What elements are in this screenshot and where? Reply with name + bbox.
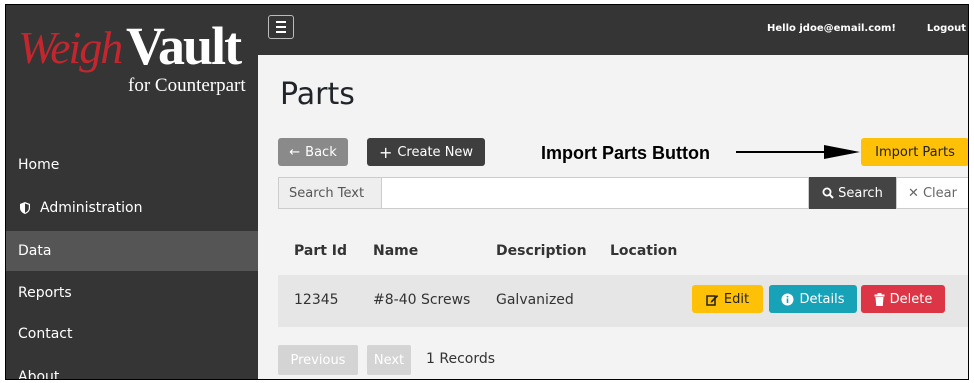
sidebar-item-label: Administration <box>40 200 143 216</box>
sidebar-item-label: Reports <box>18 285 72 301</box>
column-header-name[interactable]: Name <box>373 243 418 259</box>
cell-name: #8-40 Screws <box>373 292 471 308</box>
search-button-label: Search <box>838 185 883 201</box>
main-content: Parts ← Back + Create New Import Parts B… <box>258 55 968 379</box>
search-icon <box>822 187 834 199</box>
sidebar-item-label: About <box>18 369 60 380</box>
previous-page-button[interactable]: Previous <box>278 345 358 375</box>
column-header-part-id[interactable]: Part Id <box>294 243 347 259</box>
annotation-label: Import Parts Button <box>541 143 710 163</box>
column-header-location[interactable]: Location <box>610 243 677 259</box>
back-button[interactable]: ← Back <box>278 138 348 166</box>
create-new-button[interactable]: + Create New <box>367 138 485 166</box>
search-button[interactable]: Search <box>809 177 896 209</box>
brand-name-weigh: Weigh <box>18 22 123 73</box>
search-input[interactable] <box>382 177 809 209</box>
next-page-button[interactable]: Next <box>367 345 411 375</box>
edit-button[interactable]: Edit <box>692 285 763 313</box>
sidebar-item-about[interactable]: About <box>6 357 258 380</box>
app-window: Weigh Vault for Counterpart Home Adminis… <box>5 4 969 380</box>
top-navbar: Hello jdoe@email.com! Logout <box>258 5 968 55</box>
sidebar-item-label: Home <box>18 157 60 173</box>
arrow-left-icon: ← <box>289 144 301 160</box>
page-title: Parts <box>280 77 355 112</box>
cell-part-id: 12345 <box>294 292 339 308</box>
brand-logo[interactable]: Weigh Vault for Counterpart <box>6 5 258 123</box>
import-parts-label: Import Parts <box>875 144 955 160</box>
plus-icon: + <box>378 142 393 162</box>
trash-icon <box>874 292 885 306</box>
sidebar-item-label: Data <box>18 243 52 259</box>
sidebar-item-data[interactable]: Data <box>6 231 258 271</box>
search-prefix-label: Search Text <box>278 177 382 209</box>
brand-subtitle: for Counterpart <box>128 75 246 96</box>
details-button-label: Details <box>799 291 845 307</box>
sidebar: Weigh Vault for Counterpart Home Adminis… <box>6 5 258 380</box>
edit-icon <box>706 294 719 306</box>
clear-button-label: Clear <box>922 185 957 201</box>
import-parts-button[interactable]: Import Parts <box>861 138 968 166</box>
close-icon: ✕ <box>908 185 919 201</box>
hamburger-icon[interactable] <box>268 15 294 39</box>
delete-button-label: Delete <box>889 291 933 307</box>
sidebar-item-label: Contact <box>18 326 73 342</box>
user-greeting[interactable]: Hello jdoe@email.com! <box>767 23 896 34</box>
edit-button-label: Edit <box>723 291 750 307</box>
details-button[interactable]: Details <box>769 285 857 313</box>
sidebar-item-administration[interactable]: Administration <box>6 188 258 228</box>
back-button-label: Back <box>305 144 337 160</box>
cell-description: Galvanized <box>496 292 574 308</box>
sidebar-item-home[interactable]: Home <box>6 145 258 185</box>
create-new-label: Create New <box>397 144 474 160</box>
shield-icon <box>20 202 30 214</box>
records-count: 1 Records <box>426 351 496 367</box>
brand-name-vault: Vault <box>126 16 242 76</box>
delete-button[interactable]: Delete <box>861 285 945 313</box>
info-icon <box>781 293 794 305</box>
clear-button[interactable]: ✕ Clear <box>896 177 968 209</box>
annotation-arrow-icon <box>736 145 860 159</box>
logout-link[interactable]: Logout <box>927 23 966 34</box>
sidebar-item-reports[interactable]: Reports <box>6 273 258 313</box>
column-header-description[interactable]: Description <box>496 243 587 259</box>
sidebar-item-contact[interactable]: Contact <box>6 314 258 354</box>
search-bar: Search Text Search ✕ Clear <box>278 177 968 209</box>
